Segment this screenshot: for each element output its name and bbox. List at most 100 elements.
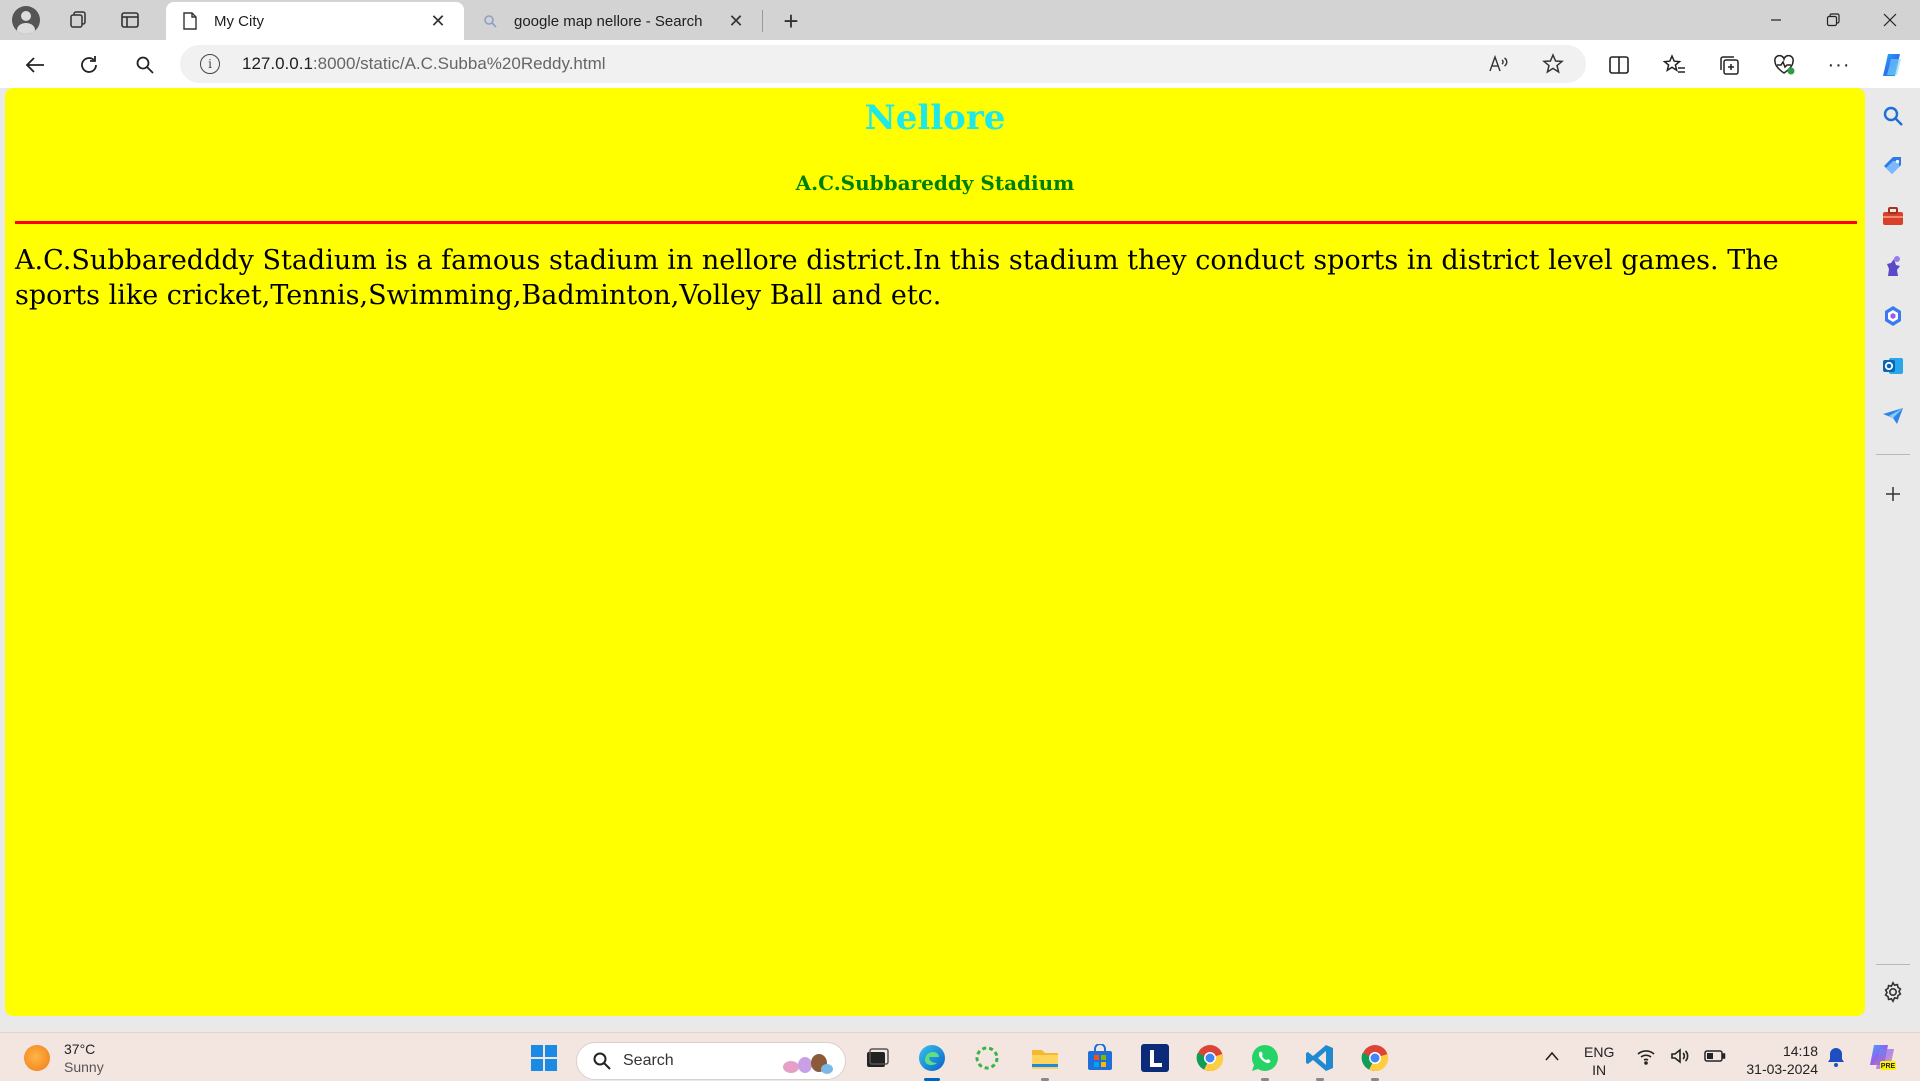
file-explorer-icon (1032, 1050, 1058, 1069)
site-info-icon[interactable]: i (200, 54, 220, 74)
search-highlight-icon (783, 1054, 833, 1074)
tab-title: google map nellore - Search (514, 12, 703, 30)
show-hidden-icons-button[interactable] (1544, 1049, 1560, 1065)
page-subtitle: A.C.Subbareddy Stadium (795, 171, 1075, 195)
wifi-icon (1637, 1050, 1655, 1065)
heart-pulse-icon (1774, 54, 1795, 75)
collections-button[interactable] (1712, 48, 1746, 82)
sidebar-search-icon[interactable] (1879, 102, 1907, 130)
task-view-button[interactable] (860, 1041, 894, 1075)
star-icon (1542, 53, 1564, 74)
windows-start-icon (531, 1045, 557, 1071)
taskbar-chrome[interactable] (1193, 1041, 1227, 1075)
back-arrow-icon (25, 57, 44, 73)
restore-icon (1826, 13, 1840, 27)
tab-title: My City (214, 12, 264, 30)
profile-button[interactable] (12, 6, 40, 34)
time-text: 14:18 (1782, 1043, 1818, 1059)
weather-description: Sunny (64, 1059, 104, 1075)
vertical-tabs-icon (121, 12, 139, 28)
minimize-icon (1771, 19, 1781, 21)
language-code: ENG (1584, 1044, 1615, 1060)
search-favicon-icon (480, 11, 500, 31)
whatsapp-icon (1251, 1044, 1278, 1071)
taskbar-vscode[interactable] (1303, 1041, 1337, 1081)
minimize-button[interactable] (1748, 0, 1804, 40)
search-button[interactable] (128, 48, 162, 82)
taskbar-l-app[interactable] (1138, 1041, 1172, 1075)
vscode-icon (1306, 1045, 1333, 1071)
sidebar-tools-icon[interactable] (1879, 202, 1907, 230)
input-language-indicator[interactable]: ENG IN (1584, 1043, 1614, 1079)
loop-icon (975, 1046, 999, 1070)
add-favorite-button[interactable] (1540, 51, 1566, 77)
chrome-icon (1196, 1045, 1224, 1072)
close-window-button[interactable] (1862, 0, 1918, 40)
back-button[interactable] (18, 48, 52, 82)
page-viewport: Nellore A.C.Subbareddy Stadium A.C.Subba… (5, 88, 1865, 1016)
start-button[interactable] (527, 1041, 561, 1075)
avatar-icon (12, 6, 40, 34)
close-tab-icon[interactable]: ✕ (426, 9, 450, 33)
notifications-button[interactable] (1824, 1045, 1848, 1069)
browser-essentials-button[interactable] (1767, 48, 1801, 82)
weather-temperature: 37°C (64, 1041, 96, 1057)
edge-icon (919, 1045, 945, 1071)
sun-icon (24, 1045, 50, 1071)
tab-google-map-search[interactable]: google map nellore - Search ✕ (466, 2, 762, 40)
more-options-button[interactable]: ··· (1822, 48, 1856, 82)
address-bar[interactable]: i 127.0.0.1:8000/static/A.C.Subba%20Redd… (180, 45, 1586, 83)
l-app-icon (1141, 1044, 1169, 1072)
taskbar-copilot[interactable]: PRE (1866, 1041, 1898, 1073)
workspaces-button[interactable] (64, 6, 92, 34)
taskbar-loop[interactable] (970, 1041, 1004, 1075)
collections-icon (1720, 56, 1739, 75)
sidebar-add-icon[interactable] (1879, 480, 1907, 508)
sidebar-outlook-icon[interactable] (1879, 352, 1907, 380)
task-view-icon (867, 1048, 889, 1067)
close-tab-icon[interactable]: ✕ (724, 9, 748, 33)
battery-icon (1704, 1050, 1726, 1062)
weather-widget[interactable]: 37°C Sunny (24, 1039, 104, 1077)
favorites-icon (1663, 54, 1685, 73)
favorites-button[interactable] (1658, 48, 1692, 82)
sidebar-settings-icon[interactable] (1879, 978, 1907, 1006)
taskbar-chrome-2[interactable] (1358, 1041, 1392, 1081)
copilot-button[interactable] (1876, 48, 1910, 82)
chevron-up-icon (1545, 1051, 1559, 1061)
sidebar-games-icon[interactable] (1879, 252, 1907, 280)
copilot-pre-icon: PRE (1870, 1045, 1896, 1070)
system-tray[interactable] (1636, 1047, 1726, 1065)
restore-button[interactable] (1805, 0, 1861, 40)
taskbar-edge[interactable] (915, 1041, 949, 1081)
volume-icon (1671, 1048, 1689, 1064)
taskbar-whatsapp[interactable] (1248, 1041, 1282, 1081)
taskbar-store[interactable] (1083, 1041, 1117, 1075)
search-label: Search (623, 1052, 674, 1069)
date-text: 31-03-2024 (1746, 1061, 1818, 1077)
new-tab-button[interactable]: + (776, 6, 806, 36)
search-icon (591, 1050, 613, 1072)
url-text[interactable]: 127.0.0.1:8000/static/A.C.Subba%20Reddy.… (242, 54, 606, 74)
horizontal-rule (15, 221, 1857, 224)
read-aloud-button[interactable] (1486, 51, 1512, 77)
tab-actions-button[interactable] (116, 6, 144, 34)
page-paragraph: A.C.Subbaredddy Stadium is a famous stad… (15, 245, 1779, 311)
region-code: IN (1592, 1062, 1607, 1078)
url-path: :8000/static/A.C.Subba%20Reddy.html (312, 54, 606, 73)
sidebar-shopping-icon[interactable] (1879, 152, 1907, 180)
sidebar-m365-copilot-icon[interactable] (1879, 302, 1907, 330)
svg-text:PRE: PRE (1881, 1063, 1896, 1070)
clock[interactable]: 14:18 31-03-2024 (1738, 1042, 1818, 1078)
split-screen-button[interactable] (1602, 48, 1636, 82)
tab-my-city[interactable]: My City ✕ (166, 2, 464, 40)
edge-sidebar (1866, 88, 1920, 1016)
copilot-icon (1883, 54, 1901, 76)
chrome-icon-2 (1361, 1045, 1389, 1072)
taskbar-search-box[interactable]: Search (576, 1042, 846, 1080)
refresh-button[interactable] (72, 48, 106, 82)
sidebar-drop-icon[interactable] (1879, 402, 1907, 430)
url-host: 127.0.0.1 (242, 54, 313, 73)
taskbar-file-explorer[interactable] (1028, 1041, 1062, 1081)
microsoft-store-icon (1088, 1044, 1112, 1070)
